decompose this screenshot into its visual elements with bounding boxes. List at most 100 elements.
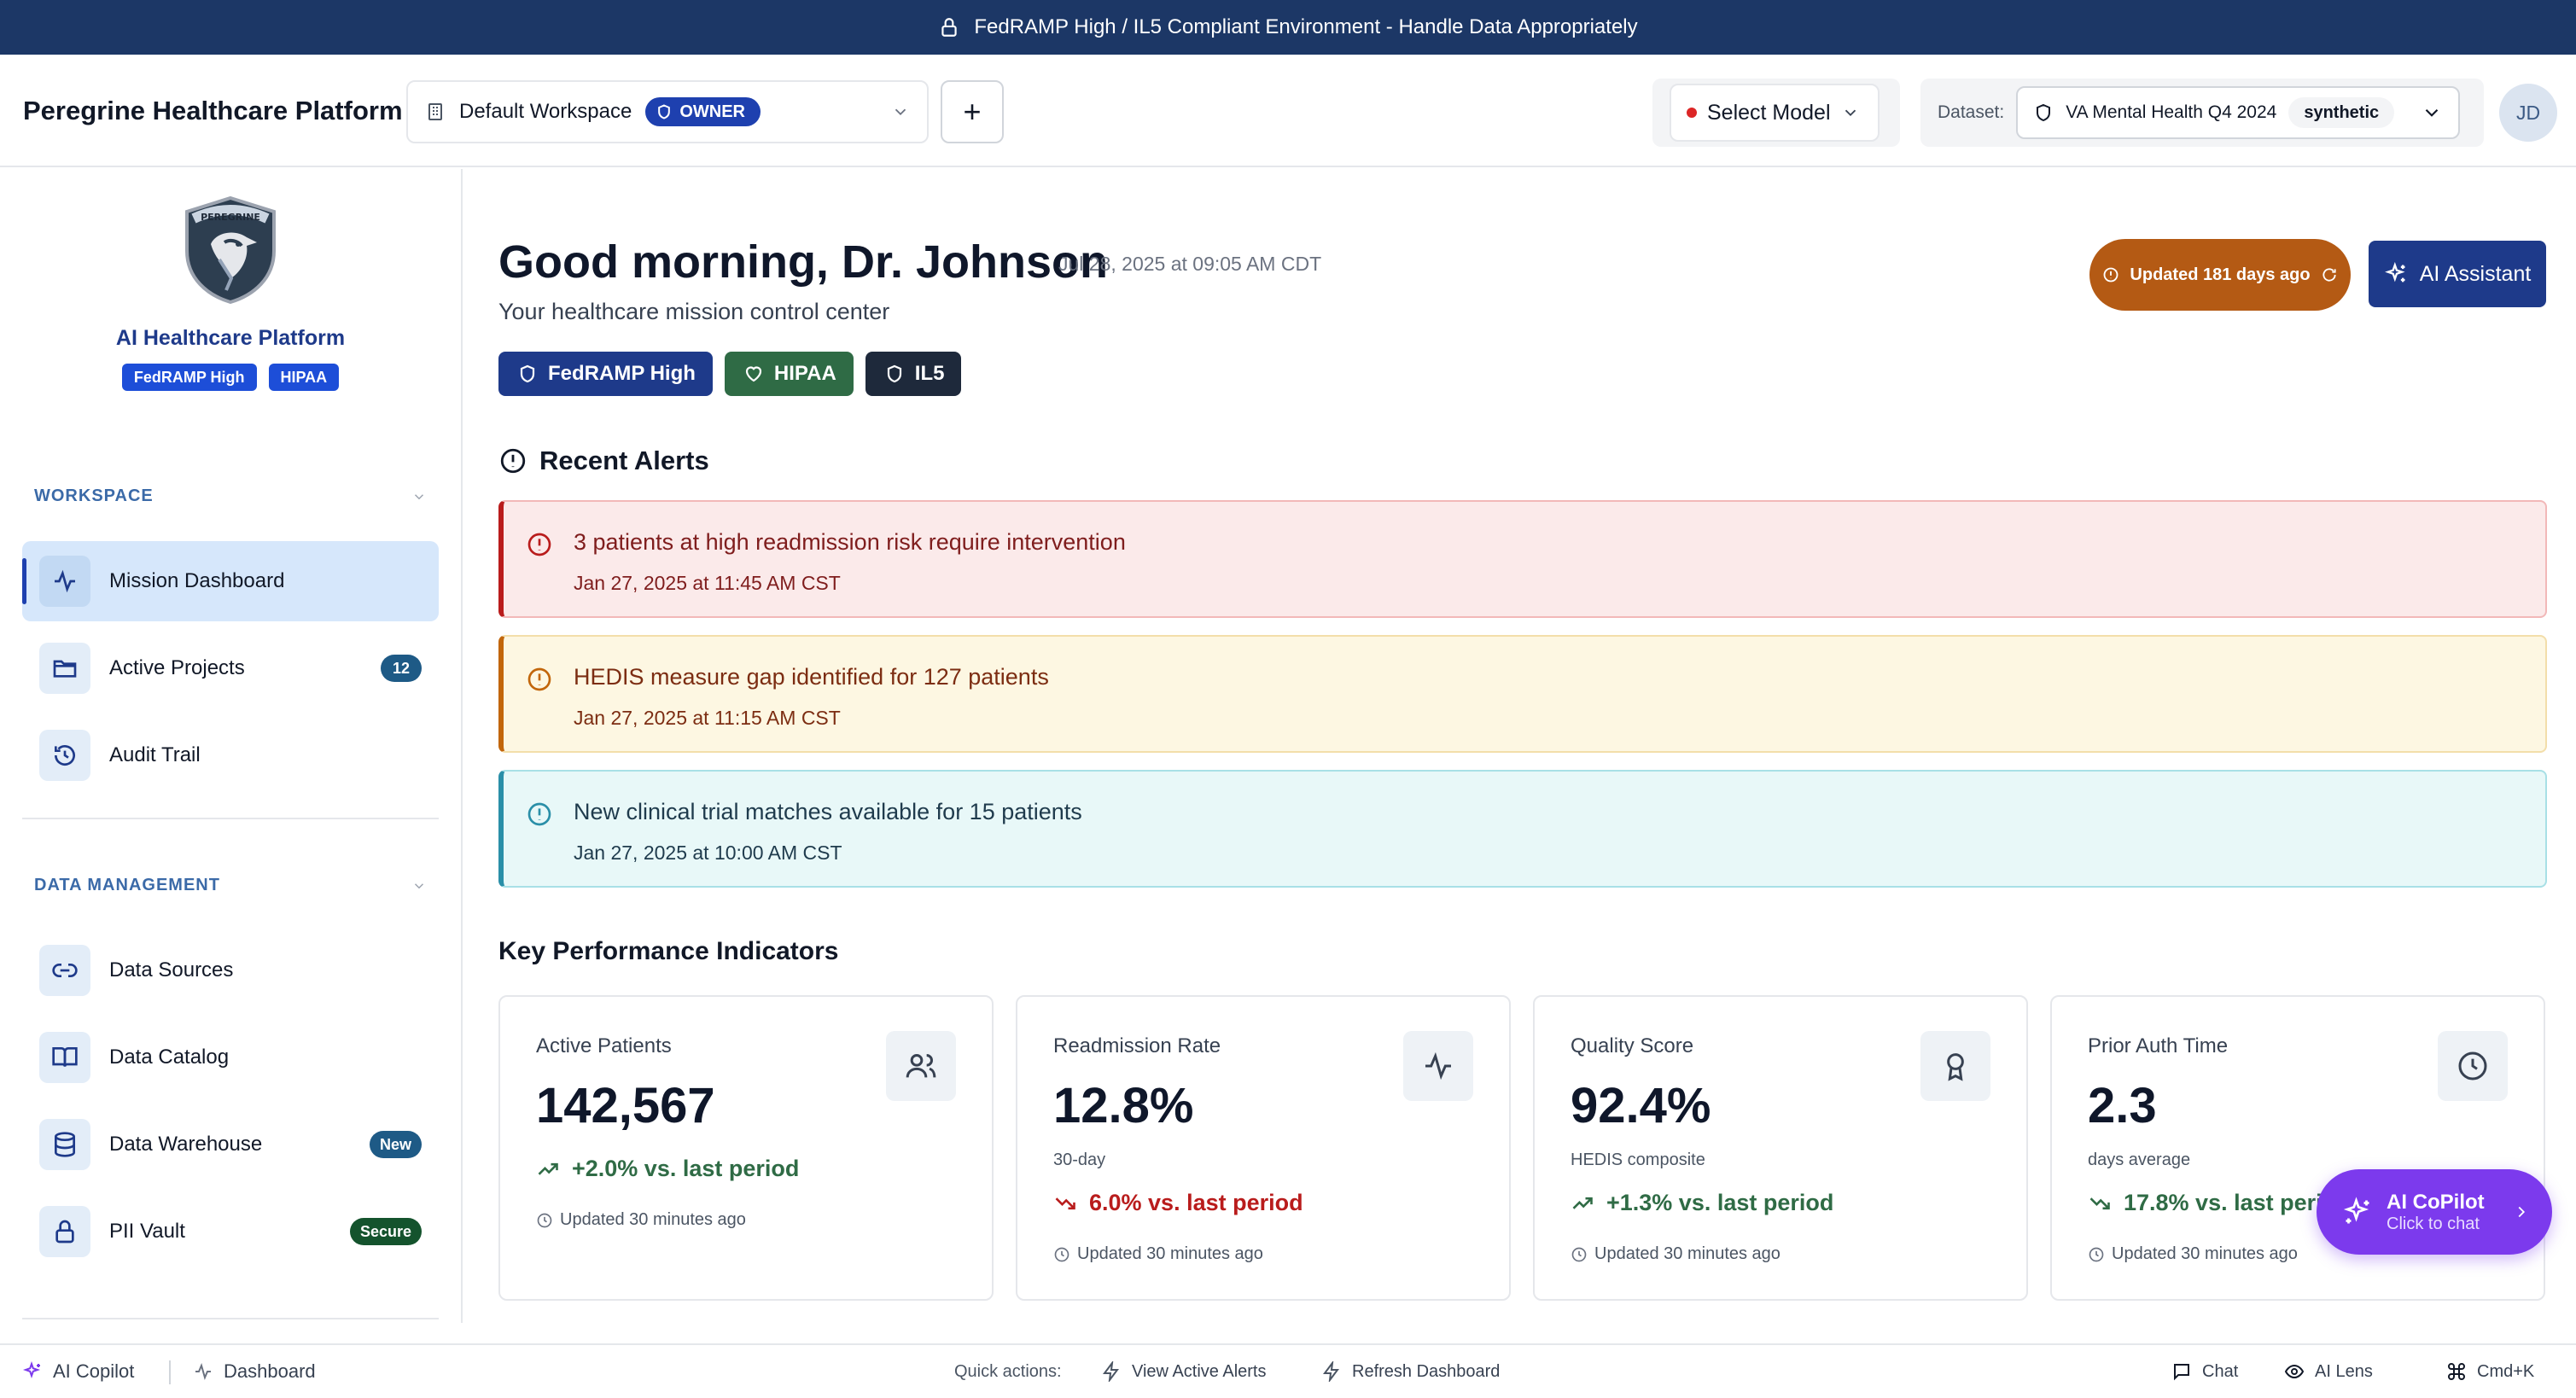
kpi-title: Quality Score: [1571, 1034, 1694, 1057]
info-icon: [526, 801, 553, 828]
bottom-dashboard-link[interactable]: Dashboard: [193, 1345, 316, 1398]
chevron-down-icon: [1841, 103, 1860, 122]
ai-assistant-button[interactable]: AI Assistant: [2369, 241, 2546, 307]
model-label: Select Model: [1707, 100, 1831, 125]
trending-down-icon: [1053, 1191, 1077, 1215]
badge-label: FedRAMP High: [548, 362, 696, 385]
new-badge: New: [369, 1131, 422, 1158]
ai-lens-button[interactable]: AI Lens: [2284, 1345, 2373, 1398]
copilot-title: AI CoPilot: [2387, 1190, 2485, 1214]
secure-badge: Secure: [349, 1218, 422, 1245]
chevron-down-icon: [891, 102, 910, 121]
shield-icon: [884, 364, 905, 384]
ai-lens-label: AI Lens: [2315, 1361, 2373, 1381]
dataset-selector[interactable]: VA Mental Health Q4 2024 synthetic: [2016, 86, 2461, 139]
chevron-down-icon: [411, 489, 427, 504]
bottom-toolbar: AI Copilot Dashboard Quick actions: View…: [0, 1343, 2576, 1398]
view-alerts-label: View Active Alerts: [1132, 1361, 1267, 1381]
kpi-heading: Key Performance Indicators: [498, 937, 839, 965]
activity-icon: [39, 556, 90, 607]
user-avatar[interactable]: JD: [2499, 84, 2557, 142]
shield-icon: [2033, 102, 2054, 123]
owner-badge: OWNER: [645, 97, 761, 126]
sidebar-item-active-projects[interactable]: Active Projects 12: [22, 628, 439, 708]
book-icon: [39, 1032, 90, 1083]
chat-button[interactable]: Chat: [2171, 1345, 2238, 1398]
kpi-updated-label: Updated 30 minutes ago: [560, 1210, 746, 1229]
dataset-selector-wrap: Dataset: VA Mental Health Q4 2024 synthe…: [1920, 79, 2484, 147]
shield-icon: [517, 364, 538, 384]
kpi-card-active-patients[interactable]: Active Patients 142,567 +2.0% vs. last p…: [498, 995, 994, 1301]
clock-icon: [1571, 1246, 1588, 1263]
owner-badge-label: OWNER: [679, 102, 745, 121]
sidebar: PEREGRINE AI Healthcare Platform FedRAMP…: [0, 169, 463, 1323]
dataset-name: VA Mental Health Q4 2024: [2066, 102, 2277, 122]
sidebar-item-data-warehouse[interactable]: Data Warehouse New: [22, 1104, 439, 1185]
lock-icon: [39, 1206, 90, 1257]
kpi-card-readmission-rate[interactable]: Readmission Rate 12.8% 30-day 6.0% vs. l…: [1016, 995, 1511, 1301]
count-badge: 12: [381, 655, 422, 682]
dataset-label: Dataset:: [1938, 102, 2005, 122]
kpi-value: 142,567: [536, 1078, 715, 1133]
bottom-ai-copilot-label: AI Copilot: [53, 1360, 135, 1382]
refresh-dashboard-button[interactable]: Refresh Dashboard: [1321, 1345, 1500, 1398]
sidebar-item-audit-trail[interactable]: Audit Trail: [22, 715, 439, 795]
sidebar-compliance-badges: FedRAMP High HIPAA: [0, 364, 461, 391]
ai-copilot-button[interactable]: AI CoPilot Click to chat: [2317, 1169, 2552, 1255]
alert-item-clinical-trial[interactable]: New clinical trial matches available for…: [498, 770, 2547, 888]
eye-icon: [2284, 1361, 2305, 1382]
refresh-dashboard-label: Refresh Dashboard: [1352, 1361, 1501, 1381]
kpi-trend: +2.0% vs. last period: [536, 1156, 799, 1182]
link-icon: [39, 945, 90, 996]
command-palette-shortcut[interactable]: Cmd+K: [2446, 1345, 2534, 1398]
kpi-updated: Updated 30 minutes ago: [1053, 1244, 1263, 1264]
refresh-icon: [2321, 266, 2338, 283]
kpi-card-prior-auth-time[interactable]: Prior Auth Time 2.3 days average 17.8% v…: [2050, 995, 2545, 1301]
sparkles-icon: [2342, 1197, 2373, 1227]
add-workspace-button[interactable]: +: [941, 80, 1004, 143]
zap-icon: [1101, 1361, 1122, 1382]
chat-label: Chat: [2202, 1361, 2239, 1381]
badge-label: IL5: [914, 362, 945, 385]
kpi-value: 12.8%: [1053, 1078, 1194, 1133]
peregrine-logo: PEREGRINE: [182, 195, 279, 306]
clock-icon: [536, 1212, 553, 1229]
bottom-separator: [169, 1360, 171, 1384]
kpi-trend: +1.3% vs. last period: [1571, 1190, 1833, 1216]
bottom-dashboard-label: Dashboard: [224, 1360, 316, 1382]
alert-time: Jan 27, 2025 at 10:00 AM CST: [574, 842, 842, 864]
sidebar-item-data-catalog[interactable]: Data Catalog: [22, 1017, 439, 1098]
alert-item-readmission[interactable]: 3 patients at high readmission risk requ…: [498, 500, 2547, 618]
sidebar-item-label: Mission Dashboard: [109, 569, 285, 592]
database-icon: [39, 1119, 90, 1170]
section-data-management-toggle[interactable]: DATA MANAGEMENT: [34, 876, 427, 895]
fedramp-badge: FedRAMP High: [121, 364, 257, 391]
bottom-ai-copilot-button[interactable]: AI Copilot: [22, 1345, 134, 1398]
trending-down-icon: [2088, 1191, 2112, 1215]
section-data-management-title: DATA MANAGEMENT: [34, 876, 220, 894]
kpi-card-quality-score[interactable]: Quality Score 92.4% HEDIS composite +1.3…: [1533, 995, 2028, 1301]
sidebar-item-mission-dashboard[interactable]: Mission Dashboard: [22, 541, 439, 621]
alert-item-hedis[interactable]: HEDIS measure gap identified for 127 pat…: [498, 635, 2547, 753]
model-selector[interactable]: Select Model: [1670, 84, 1880, 142]
sidebar-item-pii-vault[interactable]: PII Vault Secure: [22, 1191, 439, 1272]
sidebar-divider: [22, 1318, 439, 1319]
alert-circle-icon: [526, 531, 553, 558]
kpi-title: Prior Auth Time: [2088, 1034, 2229, 1057]
workspace-selector[interactable]: Default Workspace OWNER: [406, 80, 929, 143]
copilot-subtitle: Click to chat: [2387, 1214, 2480, 1233]
kpi-subtitle: days average: [2088, 1150, 2191, 1169]
view-active-alerts-button[interactable]: View Active Alerts: [1101, 1345, 1266, 1398]
refresh-status-button[interactable]: Updated 181 days ago: [2089, 239, 2351, 311]
sidebar-item-label: Data Sources: [109, 958, 234, 982]
kpi-title: Active Patients: [536, 1034, 672, 1057]
copilot-text: AI CoPilot Click to chat: [2387, 1191, 2485, 1234]
app-header: Peregrine Healthcare Platform Default Wo…: [0, 55, 2576, 167]
chevron-down-icon: [411, 878, 427, 894]
sidebar-item-data-sources[interactable]: Data Sources: [22, 930, 439, 1011]
alert-time: Jan 27, 2025 at 11:45 AM CST: [574, 572, 841, 594]
kpi-title: Readmission Rate: [1053, 1034, 1221, 1057]
section-workspace-toggle[interactable]: WORKSPACE: [34, 486, 427, 506]
kpi-updated: Updated 30 minutes ago: [536, 1210, 746, 1230]
heart-icon: [743, 364, 764, 384]
